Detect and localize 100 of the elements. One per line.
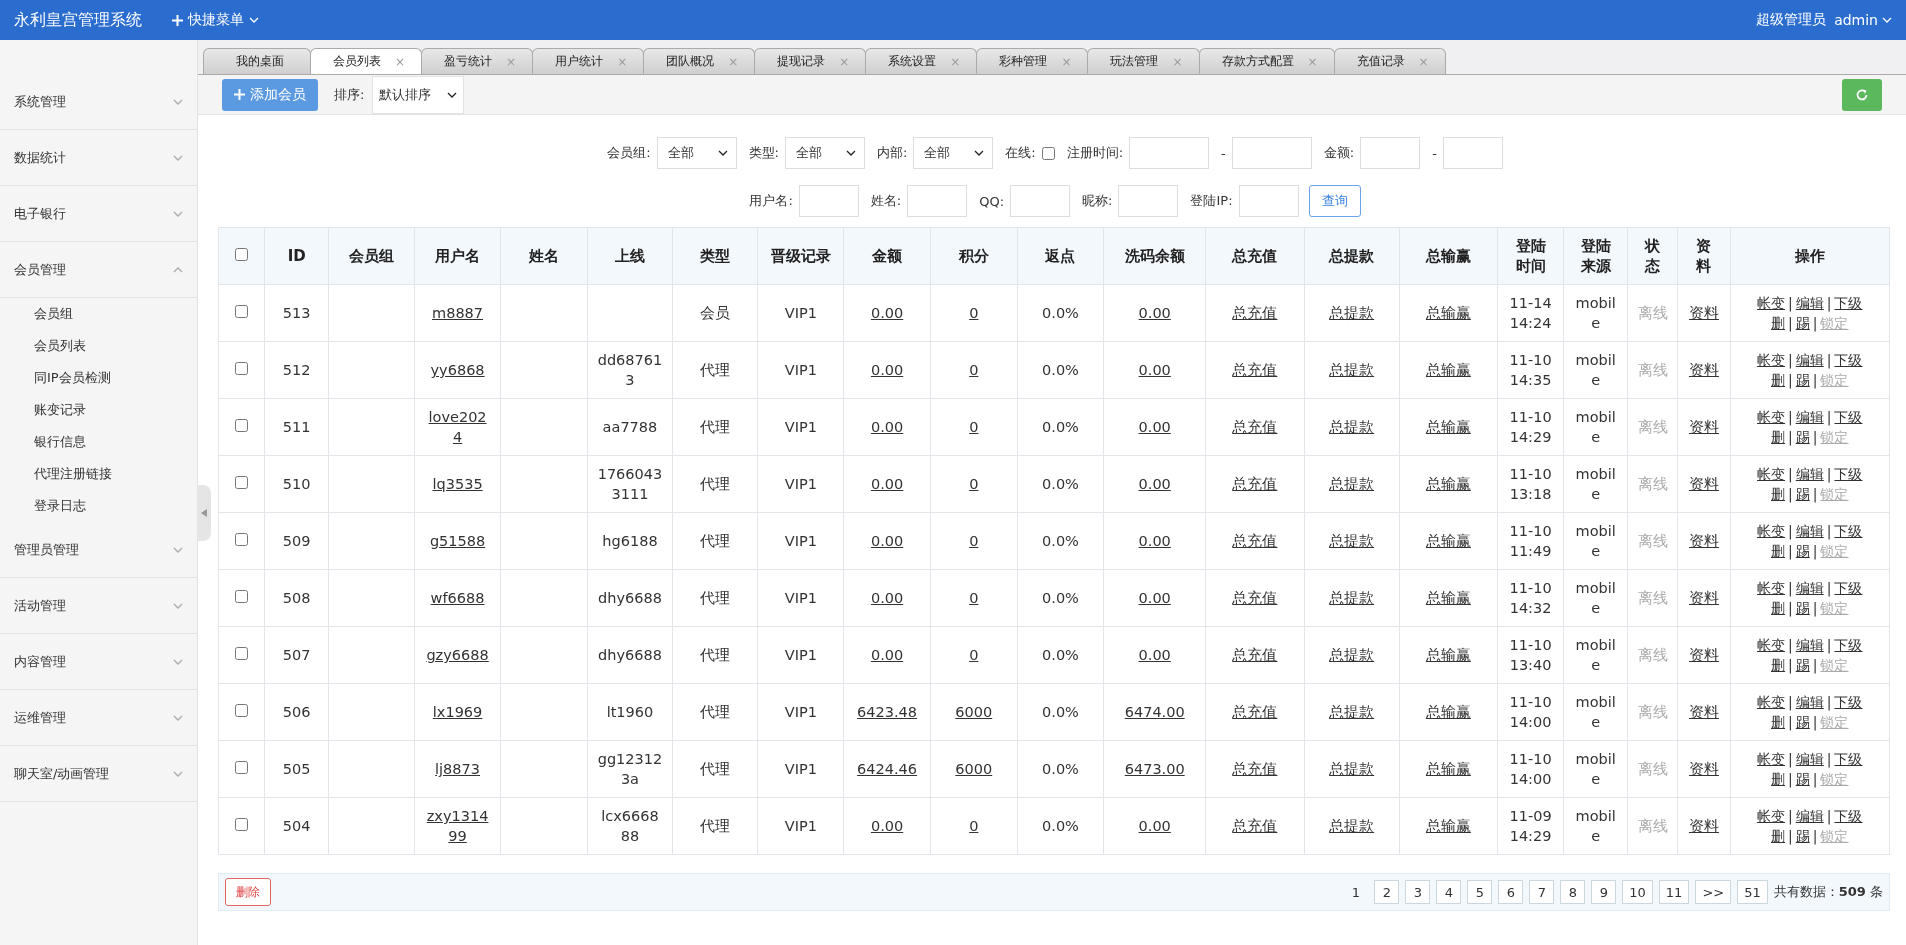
table-link[interactable]: 0.00 <box>870 474 904 494</box>
row-checkbox[interactable] <box>235 590 249 603</box>
table-link[interactable]: 0.00 <box>1138 360 1171 380</box>
action-link[interactable]: 帐变 <box>1757 637 1786 653</box>
action-link[interactable]: 帐变 <box>1757 466 1786 482</box>
action-link[interactable]: 帐变 <box>1757 352 1786 368</box>
filter-field[interactable] <box>1010 185 1071 217</box>
action-link[interactable]: 下级 <box>1834 694 1863 710</box>
sidebar-item[interactable]: 管理员管理 <box>0 522 197 578</box>
action-link[interactable]: 踢 <box>1795 315 1810 331</box>
table-link[interactable]: 0.00 <box>1138 531 1171 551</box>
action-link[interactable]: 下级 <box>1834 409 1863 425</box>
table-link[interactable]: 0.00 <box>1138 588 1171 608</box>
table-link[interactable]: 总输赢 <box>1425 759 1471 779</box>
action-link[interactable]: 编辑 <box>1795 637 1824 653</box>
page-button[interactable]: 7 <box>1529 880 1555 904</box>
action-link[interactable]: 编辑 <box>1795 295 1824 311</box>
table-link[interactable]: 0.00 <box>1138 474 1171 494</box>
sidebar-item[interactable]: 电子银行 <box>0 186 197 242</box>
action-link[interactable]: 踢 <box>1795 486 1810 502</box>
page-button[interactable]: 51 <box>1737 880 1768 904</box>
table-link[interactable]: 0.00 <box>1138 417 1171 437</box>
action-link[interactable]: 帐变 <box>1757 523 1786 539</box>
online-checkbox[interactable] <box>1041 146 1055 160</box>
sidebar-item[interactable]: 运维管理 <box>0 690 197 746</box>
row-checkbox[interactable] <box>235 761 249 774</box>
table-link[interactable]: 总充值 <box>1232 702 1278 722</box>
action-link[interactable]: 下级 <box>1834 523 1863 539</box>
table-link[interactable]: 0.00 <box>870 303 904 323</box>
select-all-checkbox[interactable] <box>235 248 249 261</box>
table-link[interactable]: 总充值 <box>1232 303 1278 323</box>
table-link[interactable]: 总输赢 <box>1425 645 1471 665</box>
action-link[interactable]: 删 <box>1771 828 1786 844</box>
table-link[interactable]: 0.00 <box>1138 645 1171 665</box>
filter-field[interactable] <box>1238 185 1299 217</box>
page-button[interactable]: >> <box>1695 880 1732 904</box>
row-checkbox[interactable] <box>235 476 249 489</box>
action-link[interactable]: 编辑 <box>1795 409 1824 425</box>
tab[interactable]: 提现记录 × <box>754 48 867 74</box>
tab[interactable]: 充值记录 × <box>1333 48 1446 74</box>
table-link[interactable]: 总输赢 <box>1425 531 1471 551</box>
action-link[interactable]: 编辑 <box>1795 808 1824 824</box>
table-link[interactable]: 总充值 <box>1232 759 1278 779</box>
table-link[interactable]: 总提款 <box>1329 816 1375 836</box>
sidebar-subitem[interactable]: 代理注册链接 <box>0 458 197 490</box>
table-link[interactable]: 总输赢 <box>1425 588 1471 608</box>
sidebar-subitem[interactable]: 会员组 <box>0 298 197 330</box>
table-link[interactable]: 总充值 <box>1232 417 1278 437</box>
filter-select[interactable]: 全部 <box>784 137 865 169</box>
action-link[interactable]: 下级 <box>1834 808 1863 824</box>
filter-select[interactable]: 全部 <box>656 137 737 169</box>
action-link[interactable]: 删 <box>1771 657 1786 673</box>
tab[interactable]: 盈亏统计 × <box>421 48 534 74</box>
sort-select[interactable]: 默认排序 <box>372 75 465 114</box>
table-link[interactable]: 0.00 <box>870 417 904 437</box>
row-checkbox[interactable] <box>235 818 249 831</box>
action-link[interactable]: 编辑 <box>1795 694 1824 710</box>
table-link[interactable]: 0 <box>969 531 979 551</box>
page-button[interactable]: 10 <box>1622 880 1653 904</box>
action-link[interactable]: 帐变 <box>1757 751 1786 767</box>
table-link[interactable]: 0.00 <box>870 588 904 608</box>
action-link[interactable]: 下级 <box>1834 580 1863 596</box>
table-link[interactable]: 总提款 <box>1329 702 1375 722</box>
tab[interactable]: 团队概况 × <box>643 48 756 74</box>
row-checkbox[interactable] <box>235 419 249 432</box>
action-link[interactable]: 删 <box>1771 372 1786 388</box>
table-link[interactable]: 总提款 <box>1329 759 1375 779</box>
table-link[interactable]: 总提款 <box>1329 360 1375 380</box>
action-link[interactable]: 踢 <box>1795 543 1810 559</box>
sidebar-subitem[interactable]: 账变记录 <box>0 394 197 426</box>
table-link[interactable]: 0.00 <box>870 531 904 551</box>
table-link[interactable]: 0 <box>969 360 979 380</box>
filter-select[interactable]: 全部 <box>913 137 994 169</box>
action-link[interactable]: 编辑 <box>1795 580 1824 596</box>
action-link[interactable]: 帐变 <box>1757 580 1786 596</box>
action-link[interactable]: 踢 <box>1795 372 1810 388</box>
row-checkbox[interactable] <box>235 533 249 546</box>
action-link[interactable]: 删 <box>1771 315 1786 331</box>
page-button[interactable]: 11 <box>1658 880 1690 904</box>
row-checkbox[interactable] <box>235 362 249 375</box>
table-link[interactable]: 总充值 <box>1232 816 1278 836</box>
table-link[interactable]: 总输赢 <box>1425 303 1471 323</box>
sidebar-item[interactable]: 聊天室/动画管理 <box>0 746 197 802</box>
table-link[interactable]: 总提款 <box>1329 645 1375 665</box>
page-button[interactable]: 1 <box>1343 880 1369 904</box>
row-checkbox[interactable] <box>235 305 249 318</box>
table-link[interactable]: 总充值 <box>1232 360 1278 380</box>
table-link[interactable]: 总提款 <box>1329 303 1375 323</box>
sidebar-item[interactable]: 会员管理 <box>0 242 197 298</box>
delete-button[interactable]: 删除 <box>225 878 271 906</box>
tab[interactable]: 系统设置 × <box>865 48 978 74</box>
table-link[interactable]: 0 <box>969 303 979 323</box>
action-link[interactable]: 编辑 <box>1795 352 1824 368</box>
tab[interactable]: 会员列表 × <box>310 48 423 74</box>
sidebar-item[interactable]: 数据统计 <box>0 130 197 186</box>
action-link[interactable]: 帐变 <box>1757 295 1786 311</box>
action-link[interactable]: 删 <box>1771 486 1786 502</box>
action-link[interactable]: 踢 <box>1795 828 1810 844</box>
page-button[interactable]: 2 <box>1374 880 1400 904</box>
sidebar-subitem[interactable]: 会员列表 <box>0 330 197 362</box>
